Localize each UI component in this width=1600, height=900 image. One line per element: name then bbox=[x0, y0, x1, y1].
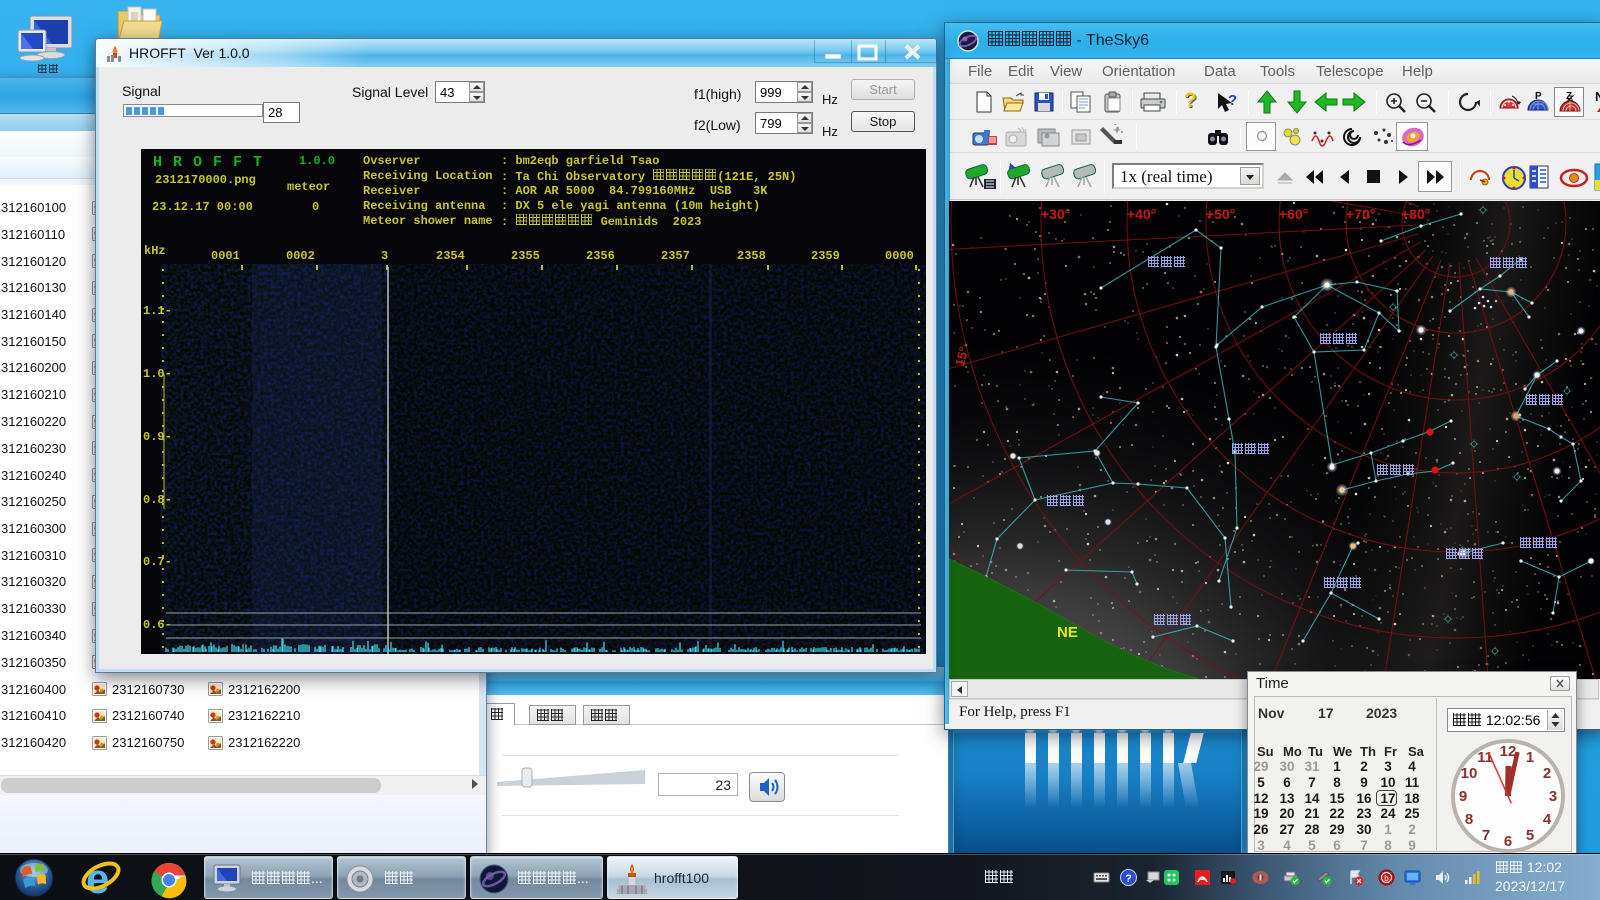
svg-text:2: 2 bbox=[1543, 765, 1551, 782]
svg-text:7: 7 bbox=[1482, 827, 1490, 844]
svg-text:12: 12 bbox=[1500, 743, 1517, 760]
svg-text:5: 5 bbox=[1526, 827, 1534, 844]
svg-text:1: 1 bbox=[1526, 749, 1534, 766]
svg-text:3: 3 bbox=[1549, 788, 1557, 805]
svg-text:6: 6 bbox=[1504, 833, 1512, 850]
svg-text:b: b bbox=[1384, 874, 1389, 883]
svg-text:4: 4 bbox=[1543, 811, 1552, 828]
svg-text:9: 9 bbox=[1459, 788, 1467, 805]
svg-text:N: N bbox=[1595, 89, 1600, 104]
svg-text:8: 8 bbox=[1465, 811, 1473, 828]
svg-text:?: ? bbox=[1125, 873, 1132, 885]
svg-text:10: 10 bbox=[1461, 765, 1478, 782]
svg-text:?: ? bbox=[1228, 92, 1237, 109]
